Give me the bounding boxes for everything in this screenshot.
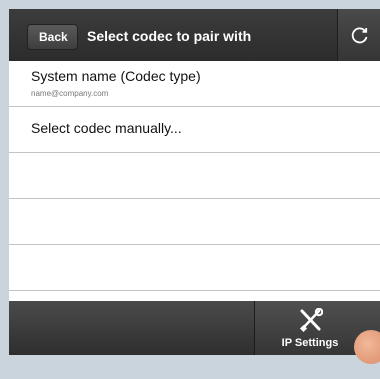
ip-settings-label: IP Settings [281, 337, 339, 349]
tools-icon [299, 308, 323, 333]
page-title: Select codec to pair with [87, 28, 252, 44]
device-screen: Back Select codec to pair with System na… [9, 9, 380, 355]
frame-border [9, 355, 380, 379]
list-item-empty [9, 245, 380, 291]
back-button-label: Back [39, 30, 68, 44]
system-email-text: name@company.com [31, 89, 109, 98]
finger-pointer [354, 330, 380, 364]
list-item-manual[interactable]: Select codec manually... [9, 107, 380, 153]
manual-select-text: Select codec manually... [31, 120, 182, 136]
bottom-toolbar: IP Settings [9, 301, 380, 355]
refresh-button[interactable] [337, 9, 380, 61]
codec-list: System name (Codec type) name@company.co… [9, 61, 380, 291]
back-button[interactable]: Back [27, 24, 78, 50]
list-item-empty [9, 199, 380, 245]
system-name-text: System name (Codec type) [31, 68, 201, 84]
toolbar-empty-area [9, 301, 255, 355]
list-item-empty [9, 153, 380, 199]
list-item-system[interactable]: System name (Codec type) name@company.co… [9, 61, 380, 107]
header-bar: Back Select codec to pair with [9, 9, 380, 61]
refresh-icon [351, 27, 368, 44]
